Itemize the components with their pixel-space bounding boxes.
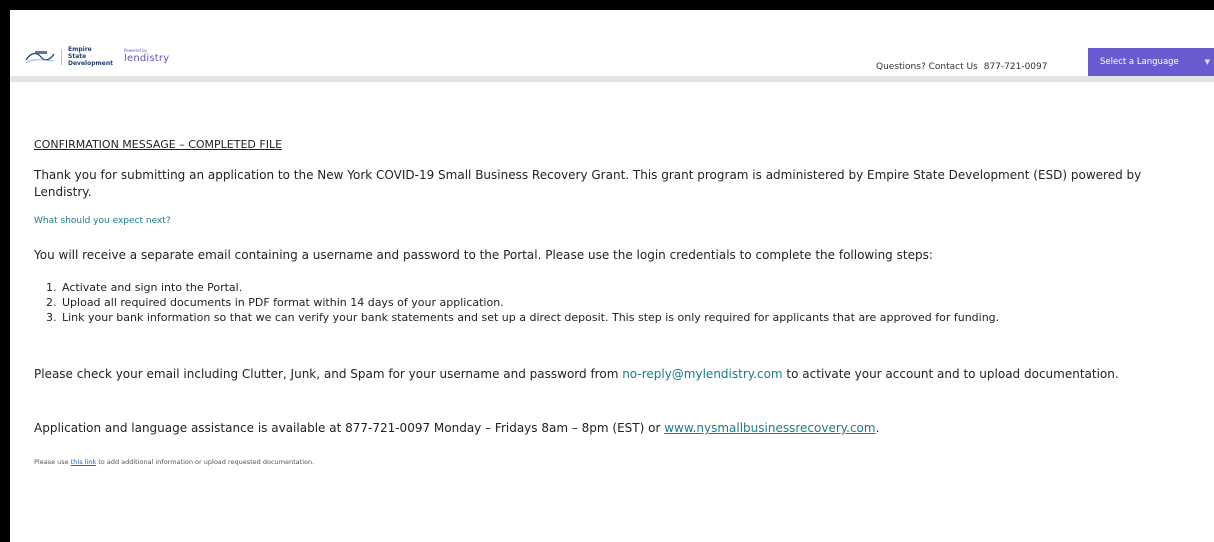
steps-list: 1. Activate and sign into the Portal. 2.… [34,280,1184,325]
list-item: 2. Upload all required documents in PDF … [34,295,1184,310]
list-item: 3. Link your bank information so that we… [34,310,1184,325]
assistance-paragraph: Application and language assistance is a… [34,420,879,437]
contact-us[interactable]: Questions? Contact Us 877-721-0097 [876,62,1048,72]
note-text-before: Please use [34,458,71,466]
assistance-text-before: Application and language assistance is a… [34,421,665,435]
new-york-state-logo [25,50,55,63]
this-link[interactable]: this link [71,458,96,466]
contact-us-label[interactable]: Questions? Contact Us [876,62,978,72]
receive-email-paragraph: You will receive a separate email contai… [34,248,933,262]
step-text: Upload all required documents in PDF for… [62,296,504,309]
list-item: 1. Activate and sign into the Portal. [34,280,1184,295]
lendistry-wordmark: lendistry [124,53,170,64]
esd-line-2: Development [68,60,113,67]
check-email-text-before: Please check your email including Clutte… [34,367,623,381]
no-reply-email-link[interactable]: no-reply@mylendistry.com [622,367,782,381]
esd-line-1: Empire State [68,46,92,60]
select-language-button[interactable]: Select a Language ▼ [1088,48,1214,76]
note-text-after: to add additional information or upload … [96,458,315,466]
step-number: 3. [46,311,57,324]
brand-logos[interactable]: Empire State Development Powered by lend… [25,46,169,67]
site-header: Empire State Development Powered by lend… [10,10,1214,82]
step-text: Link your bank information so that we ca… [62,311,1000,324]
step-number: 2. [46,296,57,309]
select-language-label: Select a Language [1100,57,1179,67]
check-email-text-after: to activate your account and to upload d… [782,367,1119,381]
logo-divider [61,48,62,65]
assistance-text-after: . [875,421,880,435]
page: Empire State Development Powered by lend… [10,10,1214,542]
check-email-paragraph: Please check your email including Clutte… [34,366,1184,383]
step-text: Activate and sign into the Portal. [62,281,243,294]
chevron-down-icon: ▼ [1204,58,1210,66]
expect-next-heading: What should you expect next? [34,216,171,226]
lendistry-logo: Powered by lendistry [124,49,169,64]
additional-info-note: Please use this link to add additional i… [34,458,314,466]
esd-logo-text: Empire State Development [68,46,113,67]
confirmation-title: CONFIRMATION MESSAGE – COMPLETED FILE [34,138,283,151]
step-number: 1. [46,281,57,294]
thank-you-paragraph: Thank you for submitting an application … [34,168,1142,199]
contact-phone[interactable]: 877-721-0097 [984,62,1048,72]
recovery-website-link[interactable]: www.nysmallbusinessrecovery.com [664,421,875,435]
